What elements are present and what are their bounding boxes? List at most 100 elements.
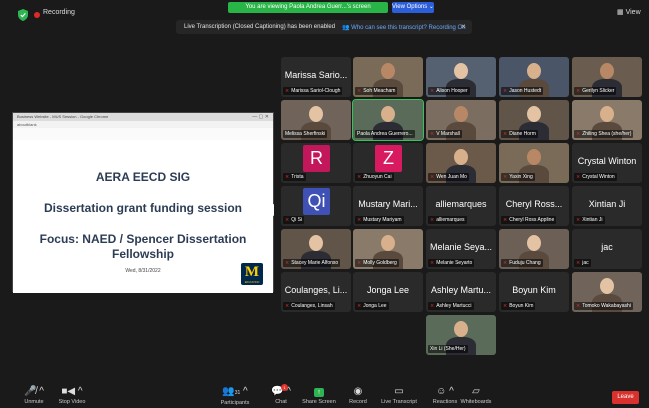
participant-display-name: Melanie Seya... — [429, 242, 493, 252]
participant-name: Marissa Sariol-Clough — [291, 88, 341, 94]
participant-tile[interactable]: Xintian Ji ⨯ Xintian Ji — [572, 186, 642, 226]
participant-tile[interactable]: ⨯ Zhiling Shea (she/her) — [572, 100, 642, 140]
caption-who-link[interactable]: 👥 Who can see this transcript? Recording… — [342, 24, 466, 31]
mic-muted-icon: ⨯ — [285, 260, 290, 266]
participant-name-label: ⨯ Marissa Sariol-Clough — [283, 87, 343, 95]
participant-tile[interactable]: ⨯ Wen Juan Mo — [426, 143, 496, 183]
participant-tile[interactable]: ⨯ Diane Horm — [499, 100, 569, 140]
participant-display-name: Mustary Mari... — [358, 199, 418, 209]
participant-tile[interactable]: Boyun Kim ⨯ Boyun Kim — [499, 272, 569, 312]
view-options-button[interactable]: View Options ⌄ — [392, 2, 434, 13]
participant-tile[interactable]: ⨯ V Marshall — [426, 100, 496, 140]
window-controls-icon: — ▢ ✕ — [252, 114, 269, 120]
participant-video-head — [600, 63, 614, 79]
participant-tile[interactable]: ⨯ Soh Meacham — [353, 57, 423, 97]
slide-focus-2: Fellowship — [111, 247, 174, 261]
participant-name: Jonga Lee — [363, 303, 387, 309]
caption-notification: Live Transcription (Closed Captioning) h… — [176, 20, 472, 34]
mic-muted-icon: ⨯ — [503, 303, 508, 309]
participant-name: Xin Li (She/Her) — [430, 346, 466, 352]
participant-name-label: ⨯ Cheryl Ross Appline — [501, 216, 557, 224]
participant-name-label: ⨯ Fuduju Chang — [501, 259, 543, 267]
participant-tile[interactable]: ⨯ Alison Hooper — [426, 57, 496, 97]
participant-tile[interactable]: ⨯ Molly Goldberg — [353, 229, 423, 269]
participant-name-label: ⨯ Xintian Ji — [574, 216, 605, 224]
stop-video-label: Stop Video — [58, 399, 86, 405]
participant-tile[interactable]: R ⨯ Trista — [281, 143, 351, 183]
stop-video-button[interactable]: ■◀ ^ Stop Video — [42, 386, 102, 406]
participant-tile[interactable]: Marissa Sario... ⨯ Marissa Sariol-Clough — [281, 57, 351, 97]
mic-muted-icon: ⨯ — [357, 303, 362, 309]
participant-video-head — [454, 106, 468, 122]
participant-tile[interactable]: Jonga Lee ⨯ Jonga Lee — [353, 272, 423, 312]
shared-screen[interactable]: Business Website - MUS Session - Google … — [12, 112, 274, 293]
participant-name-label: Melissa Sherfinski — [283, 130, 328, 138]
participant-tile[interactable]: ⨯ Tomoko Wakabayashi — [572, 272, 642, 312]
participant-name-label: ⨯ Molly Goldberg — [355, 259, 399, 267]
split-handle[interactable] — [272, 204, 274, 216]
participant-tile[interactable]: Crystal Winton ⨯ Crystal Winton — [572, 143, 642, 183]
participant-tile[interactable]: Paola Andrea Guerrero... — [352, 99, 424, 141]
participant-name: V Marshall — [436, 131, 460, 137]
participant-tile[interactable]: jac ⨯ jac — [572, 229, 642, 269]
mic-muted-icon: ⨯ — [576, 174, 581, 180]
participant-tile[interactable]: Ashley Martu... ⨯ Ashley Martucci — [426, 272, 496, 312]
participant-name: Jason Hustedt — [509, 88, 542, 94]
mic-muted-icon: ⨯ — [430, 303, 435, 309]
meeting-toolbar: 🎤̸ ^ Unmute ■◀ ^ Stop Video 👥31 ^ Partic… — [0, 384, 649, 408]
participant-name-label: ⨯ V Marshall — [428, 130, 462, 138]
participant-video-head — [600, 106, 614, 122]
view-button[interactable]: ▦ View — [617, 8, 641, 16]
caption-message: Live Transcription (Closed Captioning) h… — [184, 24, 336, 30]
mic-muted-icon: ⨯ — [357, 88, 362, 94]
participant-video-head — [454, 63, 468, 79]
participant-name-label: ⨯ Gerilyn Slicker — [574, 87, 617, 95]
participant-video-head — [527, 235, 541, 251]
participant-tile[interactable]: Coulanges, Li... ⨯ Coulanges, Linsah — [281, 272, 351, 312]
participant-name-label: ⨯ alliemarques — [428, 216, 467, 224]
participant-tile[interactable]: Cheryl Ross... ⨯ Cheryl Ross Appline — [499, 186, 569, 226]
mic-muted-icon: ⨯ — [576, 260, 581, 266]
mic-muted-icon: ⨯ — [576, 131, 581, 137]
mic-muted-icon: ⨯ — [430, 174, 435, 180]
participant-tile[interactable]: Melissa Sherfinski — [281, 100, 351, 140]
participant-display-name: jac — [601, 242, 613, 252]
participant-tile[interactable]: Xin Li (She/Her) — [426, 315, 496, 355]
shield-icon[interactable] — [18, 9, 28, 21]
participant-tile[interactable]: alliemarques ⨯ alliemarques — [426, 186, 496, 226]
close-icon[interactable]: × — [461, 22, 466, 31]
leave-button[interactable]: Leave — [612, 391, 639, 404]
participant-name: Fuduju Chang — [509, 260, 541, 266]
participants-count: 31 — [234, 390, 241, 396]
participant-tile[interactable]: ⨯ Fuduju Chang — [499, 229, 569, 269]
participant-video-head — [454, 321, 468, 337]
view-options-label: View Options — [392, 4, 428, 10]
participant-video-head — [527, 149, 541, 165]
participant-name: Cheryl Ross Appline — [509, 217, 555, 223]
participant-name-label: ⨯ Jason Hustedt — [501, 87, 544, 95]
participant-tile[interactable]: Mustary Mari... ⨯ Mustary Mariyam — [353, 186, 423, 226]
participant-tile[interactable]: Qi ⨯ Qi Si — [281, 186, 351, 226]
participant-tile[interactable]: Z ⨯ Zhuoyun Cai — [353, 143, 423, 183]
whiteboards-button[interactable]: ▱ Whiteboards — [446, 386, 506, 406]
participant-tile[interactable]: ⨯ Stacey Marie Alfonso — [281, 229, 351, 269]
chat-badge: 1 — [281, 384, 288, 391]
participant-name: Zhiling Shea (she/her) — [582, 131, 632, 137]
slide-title: AERA EECD SIG — [95, 170, 191, 184]
participant-tile[interactable]: Melanie Seya... ⨯ Melanie Seyarto — [426, 229, 496, 269]
participant-name-label: ⨯ Alison Hooper — [428, 87, 470, 95]
participant-name: Yaxin Xing — [509, 174, 533, 180]
participant-name-label: ⨯ Trista — [283, 173, 306, 181]
participant-tile[interactable]: ⨯ Yaxin Xing — [499, 143, 569, 183]
mic-muted-icon: ⨯ — [503, 88, 508, 94]
mic-muted-icon: ⨯ — [503, 131, 508, 137]
participant-tile[interactable]: ⨯ Gerilyn Slicker — [572, 57, 642, 97]
participant-name: Crystal Winton — [582, 174, 615, 180]
mic-muted-icon: ⨯ — [576, 303, 581, 309]
participant-tile[interactable]: ⨯ Jason Hustedt — [499, 57, 569, 97]
participant-name: Soh Meacham — [363, 88, 396, 94]
slide-date: Wed, 8/31/2022 — [125, 268, 161, 274]
participant-name: Wen Juan Mo — [436, 174, 467, 180]
participant-name: Mustary Mariyam — [363, 217, 402, 223]
mic-muted-icon: ⨯ — [357, 260, 362, 266]
